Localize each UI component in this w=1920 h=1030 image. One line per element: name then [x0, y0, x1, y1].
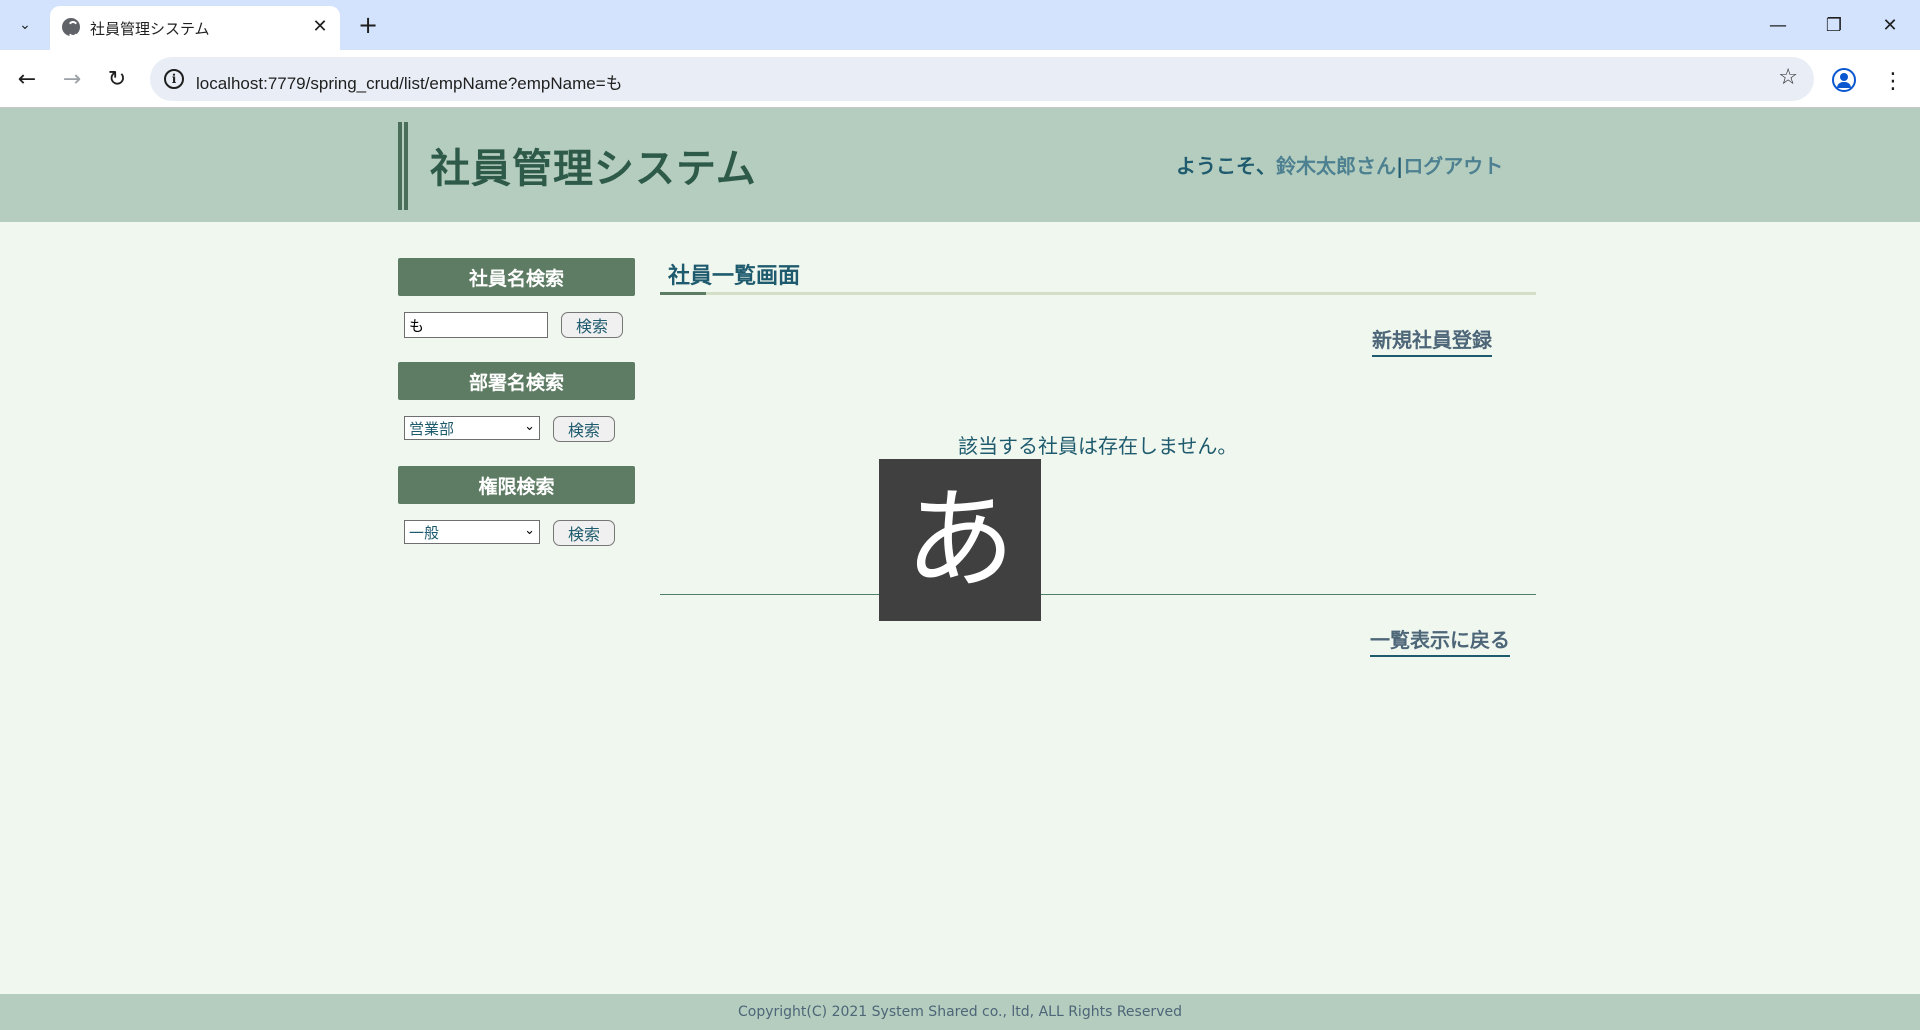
- site-title: 社員管理システム: [430, 146, 757, 192]
- url-text[interactable]: localhost:7779/spring_crud/list/empName?…: [196, 69, 623, 94]
- role-select[interactable]: 一般 ⌄: [404, 520, 540, 544]
- chevron-down-icon[interactable]: ⌄: [9, 9, 41, 41]
- minimize-icon[interactable]: —: [1750, 0, 1806, 50]
- site-footer: Copyright(C) 2021 System Shared co., ltd…: [0, 994, 1920, 1030]
- globe-icon: [62, 18, 80, 37]
- logout-link[interactable]: ログアウト: [1403, 154, 1503, 178]
- profile-icon[interactable]: [1832, 68, 1856, 92]
- tab-title: 社員管理システム: [90, 20, 210, 38]
- star-icon[interactable]: ☆: [1778, 65, 1798, 90]
- main-content: 社員一覧画面 新規社員登録 該当する社員は存在しません。 一覧表示に戻る: [660, 258, 1536, 658]
- kebab-icon[interactable]: ⋮: [1878, 66, 1908, 96]
- header-accent-bar: [398, 122, 408, 210]
- role-search-button[interactable]: 検索: [553, 520, 615, 546]
- browser-toolbar: ← → ↻ i localhost:7779/spring_crud/list/…: [0, 50, 1920, 108]
- arrow-left-icon[interactable]: ←: [9, 61, 45, 97]
- page-title: 社員一覧画面: [668, 264, 801, 289]
- emp-search-row: も 検索: [398, 296, 636, 362]
- title-divider: [660, 292, 1536, 295]
- arrow-right-icon[interactable]: →: [54, 61, 90, 97]
- restore-icon[interactable]: ❐: [1806, 0, 1862, 50]
- ime-mode-indicator: あ: [879, 459, 1041, 621]
- role-search-row: 一般 ⌄ 検索: [398, 504, 636, 570]
- browser-tab[interactable]: 社員管理システム ✕: [50, 6, 340, 50]
- content-divider: [660, 594, 1536, 595]
- welcome-prefix: ようこそ、: [1176, 154, 1276, 178]
- window-close-icon[interactable]: ✕: [1862, 0, 1918, 50]
- site-header: 社員管理システム ようこそ、鈴木太郎さん|ログアウト: [0, 108, 1920, 222]
- title-divider-accent: [660, 292, 706, 295]
- reload-icon[interactable]: ↻: [99, 61, 135, 97]
- role-search-heading: 権限検索: [398, 466, 635, 504]
- dept-select[interactable]: 営業部 ⌄: [404, 416, 540, 440]
- browser-tab-strip: ⌄ 社員管理システム ✕ + — ❐ ✕: [0, 0, 1920, 50]
- emp-search-button[interactable]: 検索: [561, 312, 623, 338]
- emp-name-input[interactable]: も: [404, 312, 548, 338]
- dept-search-row: 営業部 ⌄ 検索: [398, 400, 636, 466]
- empty-result-message: 該当する社員は存在しません。: [958, 434, 1238, 458]
- welcome-area: ようこそ、鈴木太郎さん|ログアウト: [1176, 150, 1503, 179]
- dept-search-button[interactable]: 検索: [553, 416, 615, 442]
- dept-search-heading: 部署名検索: [398, 362, 635, 400]
- plus-icon[interactable]: +: [352, 9, 384, 41]
- chevron-down-icon: ⌄: [524, 419, 535, 434]
- user-name: 鈴木太郎さん: [1276, 154, 1396, 178]
- role-select-value: 一般: [409, 523, 440, 542]
- chevron-down-icon: ⌄: [524, 523, 535, 538]
- close-icon[interactable]: ✕: [308, 14, 332, 38]
- info-icon[interactable]: i: [164, 69, 184, 89]
- search-sidebar: 社員名検索 も 検索 部署名検索 営業部 ⌄ 検索 権限検索 一般 ⌄ 検索: [398, 258, 636, 570]
- copyright-text: Copyright(C) 2021 System Shared co., ltd…: [738, 1004, 1182, 1020]
- dept-select-value: 営業部: [409, 419, 455, 438]
- back-to-list-link[interactable]: 一覧表示に戻る: [1370, 624, 1510, 657]
- new-employee-link[interactable]: 新規社員登録: [1372, 324, 1492, 357]
- emp-search-heading: 社員名検索: [398, 258, 635, 296]
- address-bar[interactable]: i localhost:7779/spring_crud/list/empNam…: [150, 57, 1814, 101]
